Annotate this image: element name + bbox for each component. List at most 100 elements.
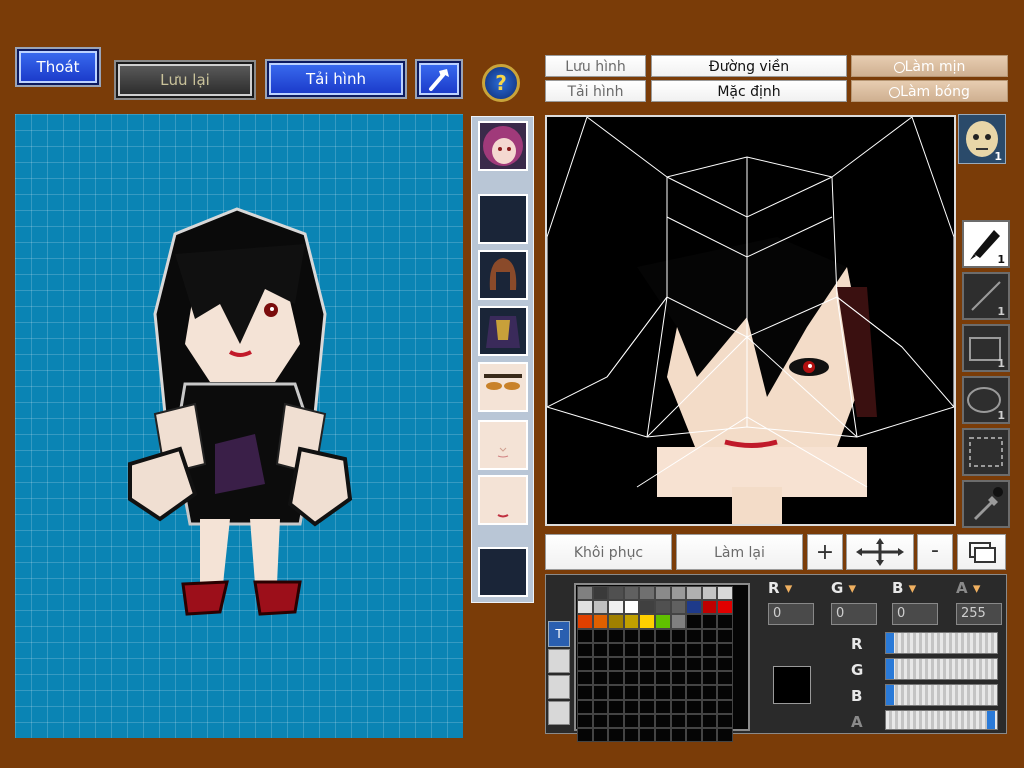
color-swatch[interactable] [577, 600, 593, 615]
rect-tool[interactable]: 1 [962, 324, 1010, 372]
color-swatch[interactable] [639, 656, 655, 672]
color-swatch[interactable] [686, 600, 702, 615]
color-swatch[interactable] [670, 614, 687, 629]
color-swatch[interactable] [686, 699, 702, 714]
a-slider-handle[interactable] [987, 711, 995, 729]
select-tool[interactable] [962, 428, 1010, 476]
slot-empty-1[interactable] [478, 194, 528, 244]
color-swatch[interactable] [686, 713, 702, 728]
color-swatch[interactable] [654, 685, 671, 700]
g-slider[interactable] [885, 658, 998, 680]
save-button[interactable]: Lưu lại [116, 62, 254, 98]
a-slider[interactable] [885, 710, 998, 730]
color-swatch[interactable] [592, 685, 609, 700]
slot-eyes[interactable] [478, 362, 528, 412]
current-color-swatch[interactable] [773, 666, 811, 704]
color-swatch[interactable] [686, 628, 702, 643]
slot-empty-2[interactable] [478, 547, 528, 597]
zoom-in-button[interactable]: + [807, 534, 843, 570]
color-swatch[interactable] [670, 586, 687, 601]
color-swatch[interactable] [639, 685, 655, 700]
dropdown-arrow-icon[interactable]: ▾ [785, 579, 793, 597]
color-swatch[interactable] [717, 586, 733, 601]
shade-option[interactable]: Làm bóng [851, 80, 1008, 102]
color-swatch[interactable] [592, 656, 609, 672]
color-swatch[interactable] [577, 586, 593, 601]
color-swatch[interactable] [608, 614, 624, 629]
default-button[interactable]: Mặc định [651, 80, 847, 102]
zoom-out-button[interactable]: - [917, 534, 953, 570]
b-value[interactable]: 0 [892, 603, 938, 625]
dropdown-arrow-icon[interactable]: ▾ [909, 579, 917, 597]
save-image-button[interactable]: Lưu hình [545, 55, 646, 77]
slot-outfit[interactable] [478, 306, 528, 356]
color-swatch[interactable] [654, 600, 671, 615]
exit-button[interactable]: Thoát [17, 49, 99, 85]
load-button[interactable]: Tải hình [267, 61, 405, 97]
color-swatch[interactable] [577, 685, 593, 700]
palette-tab[interactable] [548, 675, 570, 699]
color-swatch[interactable] [577, 614, 593, 629]
color-swatch[interactable] [686, 586, 702, 601]
color-swatch[interactable] [701, 614, 718, 629]
color-swatch[interactable] [639, 614, 655, 629]
color-swatch[interactable] [623, 685, 640, 700]
color-swatch[interactable] [592, 713, 609, 728]
b-slider-handle[interactable] [886, 685, 894, 705]
color-swatch[interactable] [701, 727, 718, 743]
color-swatch[interactable] [717, 628, 733, 643]
color-swatch[interactable] [654, 586, 671, 601]
redo-button[interactable]: Làm lại [676, 534, 803, 570]
color-swatch[interactable] [577, 699, 593, 714]
color-swatch[interactable] [608, 642, 624, 657]
color-swatch[interactable] [654, 671, 671, 686]
palette-tab[interactable] [548, 649, 570, 673]
color-swatch[interactable] [639, 642, 655, 657]
pen-tool[interactable]: 1 [962, 220, 1010, 268]
color-swatch[interactable] [639, 600, 655, 615]
color-swatch[interactable] [670, 642, 687, 657]
color-swatch[interactable] [608, 671, 624, 686]
color-swatch[interactable] [592, 727, 609, 743]
r-value[interactable]: 0 [768, 603, 814, 625]
color-swatch[interactable] [623, 671, 640, 686]
color-swatch[interactable] [717, 727, 733, 743]
color-swatch[interactable] [670, 685, 687, 700]
color-swatch[interactable] [717, 713, 733, 728]
restore-button[interactable]: Khôi phục [545, 534, 672, 570]
color-swatch[interactable] [717, 656, 733, 672]
outline-button[interactable]: Đường viền [651, 55, 847, 77]
dropdown-arrow-icon[interactable]: ▾ [849, 579, 857, 597]
color-swatch[interactable] [717, 600, 733, 615]
layer-button[interactable] [957, 534, 1006, 570]
color-swatch[interactable] [654, 713, 671, 728]
color-swatch[interactable] [577, 642, 593, 657]
smooth-option[interactable]: Làm mịn [851, 55, 1008, 77]
color-swatch[interactable] [623, 586, 640, 601]
slot-portrait[interactable] [478, 121, 528, 171]
color-swatch[interactable] [608, 685, 624, 700]
color-swatch[interactable] [701, 642, 718, 657]
color-swatch[interactable] [686, 685, 702, 700]
line-tool[interactable]: 1 [962, 272, 1010, 320]
color-swatch[interactable] [701, 713, 718, 728]
color-swatch[interactable] [608, 699, 624, 714]
color-swatch[interactable] [717, 642, 733, 657]
color-swatch[interactable] [670, 671, 687, 686]
move-button[interactable] [846, 534, 914, 570]
a-value[interactable]: 255 [956, 603, 1002, 625]
slot-hair[interactable] [478, 250, 528, 300]
color-swatch[interactable] [623, 642, 640, 657]
color-swatch[interactable] [654, 628, 671, 643]
slot-face-2[interactable] [478, 475, 528, 525]
color-swatch[interactable] [623, 656, 640, 672]
color-swatch[interactable] [592, 614, 609, 629]
color-swatch[interactable] [592, 642, 609, 657]
color-swatch[interactable] [623, 713, 640, 728]
color-swatch[interactable] [701, 699, 718, 714]
color-swatch[interactable] [592, 671, 609, 686]
color-swatch[interactable] [639, 628, 655, 643]
color-swatch[interactable] [654, 614, 671, 629]
color-swatch[interactable] [670, 713, 687, 728]
slot-face-1[interactable] [478, 420, 528, 470]
